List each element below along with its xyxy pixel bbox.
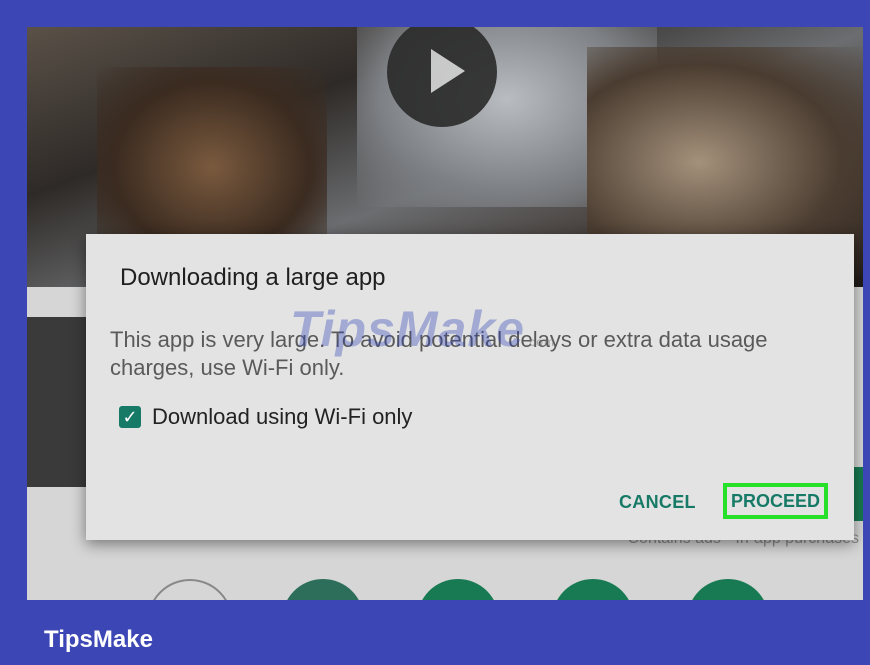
proceed-button[interactable]: PROCEED bbox=[723, 483, 828, 519]
dialog-title: Downloading a large app bbox=[120, 264, 386, 291]
cancel-button[interactable]: CANCEL bbox=[619, 492, 696, 513]
downloads-icon bbox=[417, 579, 499, 600]
app-screen: Contains ads • In-app purchases Download… bbox=[27, 27, 863, 600]
category-icon bbox=[282, 579, 364, 600]
wifi-only-checkbox[interactable]: ✓ bbox=[119, 406, 141, 428]
similar-icon bbox=[552, 579, 634, 600]
dialog-message: This app is very large. To avoid potenti… bbox=[110, 327, 768, 380]
brand-label: TipsMake bbox=[44, 626, 153, 653]
large-app-dialog: Downloading a large app This app is very… bbox=[86, 234, 854, 540]
wifi-only-label[interactable]: Download using Wi-Fi only bbox=[152, 404, 412, 430]
app-icon-thumbnail bbox=[27, 317, 87, 487]
rating-badge-icon bbox=[147, 579, 233, 600]
share-icon bbox=[687, 579, 769, 600]
